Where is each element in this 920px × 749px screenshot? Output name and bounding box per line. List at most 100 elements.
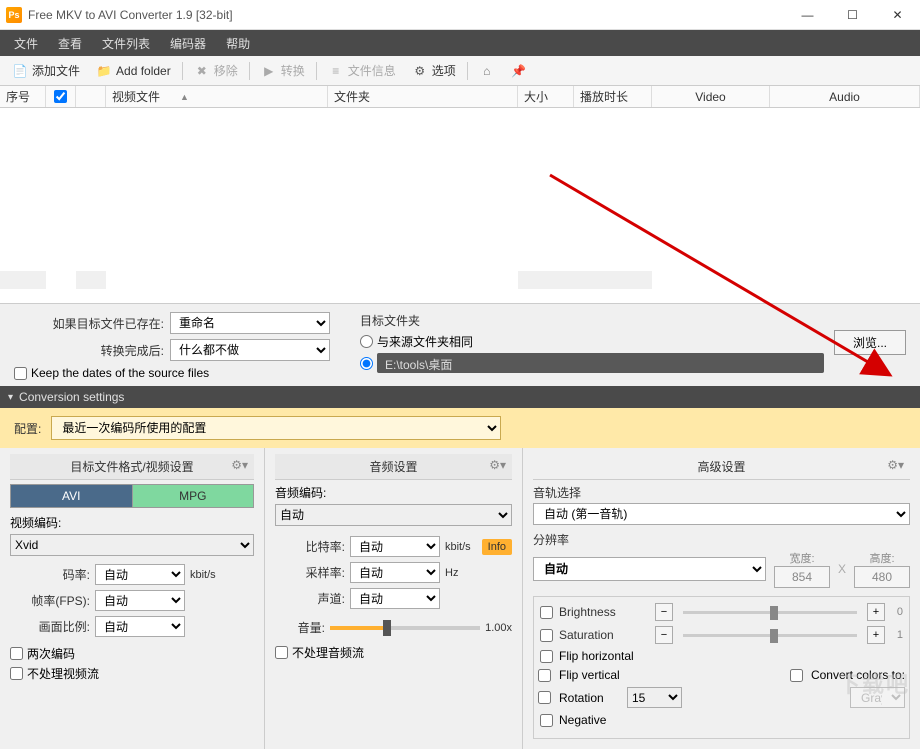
add-file-icon: 📄 [12,63,28,79]
menu-filelist[interactable]: 文件列表 [92,31,160,56]
remove-icon: ✖ [194,63,210,79]
pin-button[interactable]: 📌 [503,60,535,82]
menu-encoder[interactable]: 编码器 [160,31,216,56]
tab-avi[interactable]: AVI [10,484,132,508]
menu-view[interactable]: 查看 [48,31,92,56]
brightness-minus-button[interactable]: − [655,603,673,621]
options-button[interactable]: ⚙ 选项 [404,59,464,82]
col-audio[interactable]: Audio [770,86,920,107]
dest-path-input[interactable]: E:\tools\桌面 [377,353,824,373]
track-label: 音轨选择 [533,484,910,501]
video-codec-select[interactable]: Xvid [10,534,254,556]
conversion-settings-header[interactable]: ▾ Conversion settings [0,386,920,408]
after-conv-label: 转换完成后: [14,342,164,359]
two-pass-label: 两次编码 [27,645,75,662]
two-pass-checkbox[interactable] [10,647,23,660]
bitrate-unit: kbit/s [190,569,216,581]
add-file-button[interactable]: 📄 添加文件 [4,59,88,82]
format-tabs: AVI MPG [10,484,254,508]
convert-colors-checkbox[interactable] [790,669,803,682]
col-checkbox[interactable] [46,86,76,107]
skip-video-checkbox[interactable] [10,667,23,680]
add-file-label: 添加文件 [32,62,80,79]
gear-icon[interactable]: ⚙▾ [887,458,904,472]
audio-bitrate-select[interactable]: 自动 [350,536,440,557]
col-size[interactable]: 大小 [518,86,574,107]
audio-settings-column: 音频设置 ⚙▾ 音频编码: 自动 比特率: 自动 kbit/s Info 采样率… [265,448,523,749]
channel-select[interactable]: 自动 [350,588,440,609]
width-label: 宽度: [774,550,830,566]
width-input[interactable] [774,566,830,588]
flip-h-checkbox[interactable] [540,650,553,663]
toolbar-separator [316,62,317,80]
audio-bitrate-label: 比特率: [275,538,345,555]
col-video[interactable]: Video [652,86,770,107]
col-seq[interactable]: 序号 [0,86,46,107]
x-separator: X [838,562,846,576]
titlebar: Ps Free MKV to AVI Converter 1.9 [32-bit… [0,0,920,30]
dest-same-radio[interactable] [360,335,373,348]
browse-button[interactable]: 浏览... [834,330,906,355]
audio-codec-select[interactable]: 自动 [275,504,512,526]
col-folder[interactable]: 文件夹 [328,86,518,107]
bitrate-select[interactable]: 自动 [95,564,185,585]
menu-help[interactable]: 帮助 [216,31,260,56]
skip-video-label: 不处理视频流 [27,665,99,682]
brightness-slider[interactable] [683,611,857,614]
after-conv-select[interactable]: 什么都不做 [170,339,330,361]
add-folder-icon: 📁 [96,63,112,79]
conversion-settings-label: Conversion settings [19,390,124,404]
video-settings-column: 目标文件格式/视频设置 ⚙▾ AVI MPG 视频编码: Xvid 码率: 自动… [0,448,265,749]
file-info-label: 文件信息 [348,62,396,79]
info-badge[interactable]: Info [482,539,512,555]
brightness-checkbox[interactable] [540,606,553,619]
height-input[interactable] [854,566,910,588]
gear-icon[interactable]: ⚙▾ [489,458,506,472]
tab-mpg[interactable]: MPG [132,484,255,508]
select-all-checkbox[interactable] [54,90,67,103]
saturation-minus-button[interactable]: − [655,626,673,644]
negative-checkbox[interactable] [540,714,553,727]
bitrate-label: 码率: [10,566,90,583]
file-info-button[interactable]: ≡ 文件信息 [320,59,404,82]
col-video-file[interactable]: 视频文件▲ [106,86,328,107]
minimize-button[interactable]: — [785,0,830,30]
dest-same-label: 与来源文件夹相同 [377,333,473,350]
gear-icon: ⚙ [412,63,428,79]
aspect-select[interactable]: 自动 [95,616,185,637]
when-exists-label: 如果目标文件已存在: [14,315,164,332]
fps-select[interactable]: 自动 [95,590,185,611]
skip-audio-checkbox[interactable] [275,646,288,659]
convert-button[interactable]: ▶ 转换 [253,59,313,82]
maximize-button[interactable]: ☐ [830,0,875,30]
rotation-label: Rotation [559,691,619,705]
dest-custom-radio[interactable] [360,357,373,370]
close-button[interactable]: ✕ [875,0,920,30]
sample-rate-select[interactable]: 自动 [350,562,440,583]
remove-button[interactable]: ✖ 移除 [186,59,246,82]
track-select[interactable]: 自动 (第一音轨) [533,503,910,525]
brightness-plus-button[interactable]: + [867,603,885,621]
keep-dates-checkbox[interactable] [14,367,27,380]
toolbar-separator [249,62,250,80]
when-exists-select[interactable]: 重命名 [170,312,330,334]
gear-icon[interactable]: ⚙▾ [231,458,248,472]
menu-file[interactable]: 文件 [4,31,48,56]
col-icon[interactable] [76,86,106,107]
saturation-checkbox[interactable] [540,629,553,642]
flip-v-checkbox[interactable] [538,669,551,682]
file-grid-body[interactable] [0,108,920,304]
audio-settings-header: 音频设置 ⚙▾ [275,454,512,480]
rotation-checkbox[interactable] [538,691,551,704]
resolution-select[interactable]: 自动 [533,557,766,581]
aspect-label: 画面比例: [10,618,90,635]
saturation-label: Saturation [559,628,649,642]
home-button[interactable]: ⌂ [471,60,503,82]
grid-empty-row [0,271,920,291]
saturation-plus-button[interactable]: + [867,626,885,644]
config-select[interactable]: 最近一次编码所使用的配置 [51,416,501,440]
volume-slider[interactable] [330,626,480,630]
saturation-slider[interactable] [683,634,857,637]
add-folder-button[interactable]: 📁 Add folder [88,60,179,82]
col-duration[interactable]: 播放时长 [574,86,652,107]
